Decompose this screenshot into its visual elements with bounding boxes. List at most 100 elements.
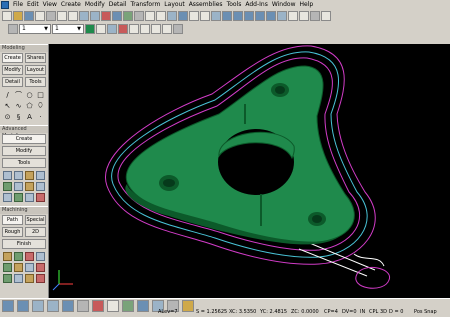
align-icon[interactable] xyxy=(156,11,166,21)
menu-edit[interactable]: Edit xyxy=(25,0,41,10)
modeling-tools-button[interactable]: Tools xyxy=(25,77,46,87)
view-iso-small-icon[interactable] xyxy=(17,300,29,312)
redo-icon[interactable] xyxy=(90,11,100,21)
contour-icon[interactable] xyxy=(14,252,23,261)
select-icon[interactable] xyxy=(112,11,122,21)
copy-icon[interactable] xyxy=(57,11,67,21)
open-file-icon[interactable] xyxy=(13,11,23,21)
solid-icon[interactable] xyxy=(173,24,183,34)
print-icon[interactable] xyxy=(35,11,45,21)
move-icon[interactable] xyxy=(145,11,155,21)
spline-icon[interactable] xyxy=(140,24,150,34)
cplane-icon[interactable] xyxy=(107,300,119,312)
zoom-out-icon[interactable] xyxy=(200,11,210,21)
blank-icon[interactable] xyxy=(134,11,144,21)
machining-2d-button[interactable]: 2D xyxy=(25,227,46,237)
menu-layout[interactable]: Layout xyxy=(162,0,186,10)
color-swatch-icon[interactable] xyxy=(85,24,95,34)
unzoom-icon[interactable] xyxy=(77,300,89,312)
menu-create[interactable]: Create xyxy=(59,0,83,10)
modeling-modify-button[interactable]: Modify xyxy=(2,65,23,75)
drill-icon[interactable] xyxy=(25,252,34,261)
text-icon[interactable]: A xyxy=(25,112,34,121)
revolve-icon[interactable] xyxy=(14,171,23,180)
line-width-icon[interactable] xyxy=(107,24,117,34)
menu-addins[interactable]: Add-Ins xyxy=(243,0,269,10)
graphics-viewport[interactable] xyxy=(49,44,450,298)
surface-icon[interactable] xyxy=(162,24,172,34)
save-icon[interactable] xyxy=(24,11,34,21)
curve-icon[interactable] xyxy=(151,24,161,34)
menu-file[interactable]: File xyxy=(11,0,25,10)
analyze-icon[interactable] xyxy=(92,300,104,312)
ellipse-icon[interactable]: ⬯ xyxy=(36,101,45,110)
menu-assemblies[interactable]: Assemblies xyxy=(187,0,225,10)
advanced-create-button[interactable]: Create xyxy=(2,134,46,144)
primitive-box-icon[interactable] xyxy=(3,193,12,202)
machining-special-button[interactable]: Special xyxy=(25,215,46,225)
chamfer-icon[interactable] xyxy=(25,182,34,191)
spiral-icon[interactable] xyxy=(25,274,34,283)
hidden-line-icon[interactable] xyxy=(310,11,320,21)
advanced-tools-button[interactable]: Tools xyxy=(2,158,46,168)
primitive-cylinder-icon[interactable] xyxy=(14,193,23,202)
menu-help[interactable]: Help xyxy=(298,0,316,10)
view-front-small-icon[interactable] xyxy=(47,300,59,312)
cut-icon[interactable] xyxy=(46,11,56,21)
snap-icon[interactable] xyxy=(123,11,133,21)
pencil-icon[interactable] xyxy=(36,263,45,272)
wireframe-icon[interactable] xyxy=(299,11,309,21)
2d-icon[interactable] xyxy=(137,300,149,312)
menu-transform[interactable]: Transform xyxy=(128,0,162,10)
undo-icon[interactable] xyxy=(79,11,89,21)
primitive-cone-icon[interactable] xyxy=(36,193,45,202)
shell-icon[interactable] xyxy=(3,182,12,191)
arc-icon[interactable] xyxy=(129,24,139,34)
view-top-small-icon[interactable] xyxy=(32,300,44,312)
view-iso-icon[interactable] xyxy=(244,11,254,21)
offset-icon[interactable]: ⊙ xyxy=(3,112,12,121)
rotate-view-icon[interactable] xyxy=(222,11,232,21)
advanced-modify-button[interactable]: Modify xyxy=(2,146,46,156)
boolean-icon[interactable] xyxy=(36,182,45,191)
pan-icon[interactable] xyxy=(233,11,243,21)
view-top-icon[interactable] xyxy=(255,11,265,21)
circle-icon[interactable]: ○ xyxy=(25,90,34,99)
line-icon[interactable]: / xyxy=(3,90,12,99)
arc-tool-icon[interactable]: ⌒ xyxy=(14,90,23,99)
machining-finish-button[interactable]: Finish xyxy=(2,239,46,249)
polyline-icon[interactable]: ↖ xyxy=(3,101,12,110)
modeling-layout-button[interactable]: Layout xyxy=(25,65,46,75)
level-select[interactable]: 1 ▼ xyxy=(52,24,84,34)
new-file-icon[interactable] xyxy=(2,11,12,21)
point-icon[interactable] xyxy=(118,24,128,34)
scallop-icon[interactable] xyxy=(3,274,12,283)
menu-tools[interactable]: Tools xyxy=(225,0,244,10)
redraw-icon[interactable] xyxy=(321,11,331,21)
shade-icon[interactable] xyxy=(288,11,298,21)
primitive-sphere-icon[interactable] xyxy=(25,193,34,202)
wcs-icon[interactable] xyxy=(182,300,194,312)
spline-tool-icon[interactable]: ∿ xyxy=(14,101,23,110)
zoom-window-icon[interactable] xyxy=(62,300,74,312)
modeling-detail-button[interactable]: Detail xyxy=(2,77,23,87)
zoom-in-icon[interactable] xyxy=(189,11,199,21)
machining-path-button[interactable]: Path xyxy=(2,215,23,225)
loft-icon[interactable] xyxy=(36,171,45,180)
menu-modify[interactable]: Modify xyxy=(83,0,107,10)
view-right-icon[interactable] xyxy=(277,11,287,21)
face-mill-icon[interactable] xyxy=(36,252,45,261)
zoom-fit-icon[interactable] xyxy=(211,11,221,21)
surface-finish-icon[interactable] xyxy=(14,263,23,272)
tplane-icon[interactable] xyxy=(122,300,134,312)
menu-window[interactable]: Window xyxy=(270,0,298,10)
helix-icon[interactable]: § xyxy=(14,112,23,121)
machining-rough-button[interactable]: Rough xyxy=(2,227,23,237)
measure-icon[interactable] xyxy=(167,11,177,21)
dimension-icon[interactable] xyxy=(178,11,188,21)
waterline-icon[interactable] xyxy=(25,263,34,272)
extrude-icon[interactable] xyxy=(3,171,12,180)
pocket-icon[interactable] xyxy=(3,252,12,261)
rectangle-icon[interactable]: □ xyxy=(36,90,45,99)
app-icon[interactable] xyxy=(1,1,9,9)
